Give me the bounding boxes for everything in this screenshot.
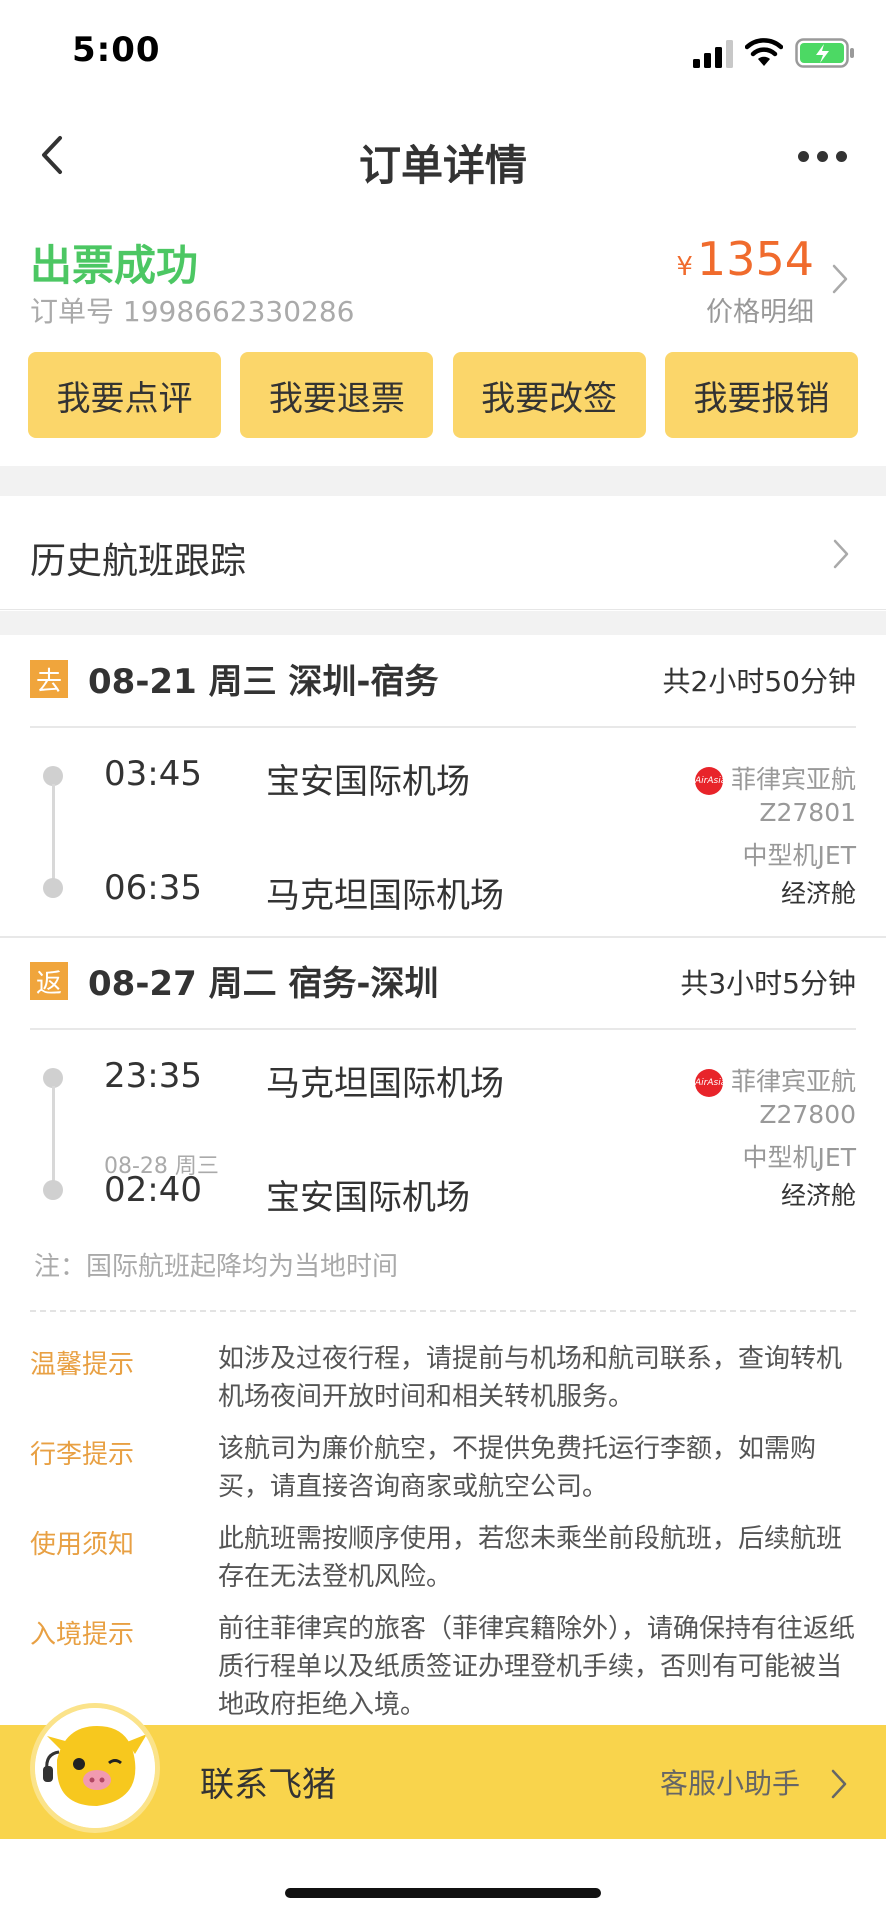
tip-text-warm: 如涉及过夜行程，请提前与机场和航司联系，查询转机机场夜间开放时间和相关转机服务。	[218, 1344, 843, 1412]
wifi-icon	[745, 38, 783, 66]
return-tag: 返	[30, 962, 68, 1000]
more-options-button[interactable]	[792, 135, 852, 175]
more-dot-icon	[798, 151, 809, 162]
timeline-line	[52, 784, 55, 890]
tip-text-baggage: 该航司为廉价航空，不提供免费托运行李额，如需购买，请直接咨询商家或航空公司。	[218, 1434, 817, 1502]
price-detail-link[interactable]: ¥1354 价格明细	[656, 232, 856, 332]
reimbursement-button[interactable]: 我要报销	[664, 352, 858, 438]
outbound-route: 08-21 周三 深圳-宿务	[88, 662, 439, 702]
return-duration: 共3小时5分钟	[680, 967, 856, 1000]
return-flight-number: Z27800	[759, 1100, 856, 1129]
order-status: 出票成功	[30, 241, 199, 290]
refund-button[interactable]: 我要退票	[240, 352, 434, 438]
divider	[30, 1028, 856, 1030]
return-flight-header: 返 08-27 周二 宿务-深圳 共3小时5分钟	[0, 938, 886, 1030]
order-number: 订单号 1998662330286	[30, 295, 355, 328]
outbound-arrival-time: 06:35	[104, 868, 202, 908]
total-price: ¥1354	[676, 232, 814, 286]
page-title: 订单详情	[358, 141, 527, 190]
pig-mascot-icon	[35, 1708, 155, 1828]
tip-label-warm: 温馨提示	[30, 1350, 135, 1380]
price-detail-label: 价格明细	[706, 297, 814, 328]
outbound-flight-header: 去 08-21 周三 深圳-宿务 共2小时50分钟	[0, 636, 886, 728]
return-airline: AirAsia 菲律宾亚航	[694, 1062, 856, 1098]
return-route: 08-27 周二 宿务-深圳	[88, 964, 439, 1004]
chevron-right-icon	[833, 539, 849, 569]
change-ticket-button[interactable]: 我要改签	[452, 352, 646, 438]
outbound-flight-number: Z27801	[759, 798, 856, 827]
mascot-avatar	[30, 1703, 160, 1833]
more-dot-icon	[817, 151, 828, 162]
divider	[30, 726, 856, 728]
return-departure-airport: 马克坦国际机场	[266, 1064, 504, 1104]
return-aircraft: 中型机JET	[742, 1143, 856, 1172]
departure-dot	[43, 1068, 63, 1088]
dashed-divider	[30, 1310, 856, 1312]
outbound-arrival-airport: 马克坦国际机场	[266, 876, 504, 916]
tip-label-usage: 使用须知	[30, 1530, 135, 1560]
home-indicator[interactable]	[285, 1888, 601, 1898]
outbound-airline-name: 菲律宾亚航	[730, 765, 856, 794]
outbound-cabin: 经济舱	[780, 879, 856, 908]
outbound-airline: AirAsia 菲律宾亚航	[694, 760, 856, 796]
section-separator	[0, 466, 886, 496]
return-arrival-airport: 宝安国际机场	[266, 1178, 470, 1218]
customer-service-assistant-link[interactable]: 客服小助手	[660, 1762, 800, 1802]
nav-bar: 订单详情	[0, 110, 886, 200]
status-bar: 5:00	[0, 0, 886, 100]
arrival-dot	[43, 878, 63, 898]
status-time: 5:00	[72, 30, 161, 70]
return-departure-time: 23:35	[104, 1056, 202, 1096]
departure-dot	[43, 766, 63, 786]
more-dot-icon	[836, 151, 847, 162]
tip-label-entry: 入境提示	[30, 1620, 135, 1650]
outbound-aircraft: 中型机JET	[742, 841, 856, 870]
timeline-line	[52, 1086, 55, 1192]
outbound-tag: 去	[30, 660, 68, 698]
arrival-dot	[43, 1180, 63, 1200]
tip-label-baggage: 行李提示	[30, 1440, 135, 1470]
chevron-right-icon	[831, 1769, 847, 1799]
return-cabin: 经济舱	[780, 1181, 856, 1210]
price-value: 1354	[696, 232, 814, 286]
return-arrival-time: 02:40	[104, 1170, 202, 1210]
airasia-logo-icon: AirAsia	[694, 1069, 726, 1097]
airasia-logo-icon: AirAsia	[694, 767, 726, 795]
battery-charging-icon	[795, 38, 854, 68]
outbound-departure-airport: 宝安国际机场	[266, 762, 470, 802]
return-airline-name: 菲律宾亚航	[730, 1067, 856, 1096]
section-separator	[0, 611, 886, 635]
cellular-signal-icon	[693, 40, 733, 68]
history-flight-tracking-label: 历史航班跟踪	[30, 541, 247, 582]
currency-symbol: ¥	[676, 252, 693, 282]
chevron-right-icon	[832, 264, 848, 294]
tip-text-entry: 前往菲律宾的旅客（菲律宾籍除外），请确保持有往返纸质行程单以及纸质签证办理登机手…	[218, 1614, 856, 1720]
local-time-note: 注：国际航班起降均为当地时间	[34, 1252, 399, 1282]
outbound-departure-time: 03:45	[104, 754, 202, 794]
tip-text-usage: 此航班需按顺序使用，若您未乘坐前段航班，后续航班存在无法登机风险。	[218, 1524, 843, 1592]
contact-fliggy-label: 联系飞猪	[200, 1765, 336, 1805]
action-buttons: 我要点评 我要退票 我要改签 我要报销	[28, 352, 858, 438]
history-flight-tracking-row[interactable]: 历史航班跟踪	[0, 496, 886, 610]
outbound-duration: 共2小时50分钟	[662, 665, 856, 698]
review-button[interactable]: 我要点评	[28, 352, 221, 438]
